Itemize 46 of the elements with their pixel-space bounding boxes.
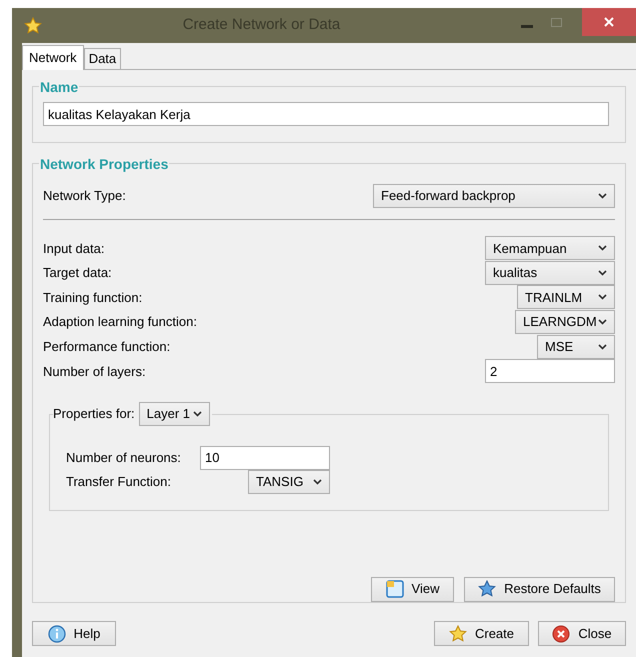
dropdown[interactable]: MSE — [537, 334, 615, 359]
chevron-icon — [598, 193, 607, 199]
field-label: Number of neurons: — [66, 448, 181, 467]
dropdown[interactable]: Layer 1 — [138, 402, 210, 426]
dialog-button[interactable]: View — [371, 576, 454, 602]
chevron-icon — [313, 478, 322, 485]
chevron-icon — [192, 410, 202, 417]
field-label: Target data: — [43, 264, 112, 282]
dropdown[interactable]: TANSIG — [248, 470, 330, 494]
dialog-button[interactable]: Close — [538, 621, 626, 646]
field-label: Adaption learning function: — [43, 313, 197, 332]
field-label: Properties for: — [53, 404, 135, 423]
star-icon — [478, 580, 496, 598]
close-icon — [604, 17, 614, 27]
tab[interactable]: Network — [22, 45, 84, 70]
window-icon — [386, 580, 404, 598]
chevron-icon — [598, 270, 607, 276]
star-icon — [448, 624, 467, 642]
tab[interactable]: Data — [84, 48, 122, 69]
dialog-button[interactable]: Create — [434, 621, 529, 646]
field-label: Input data: — [43, 240, 104, 258]
dropdown[interactable]: Feed-forward backprop — [373, 184, 615, 208]
minimize-button[interactable] — [521, 25, 533, 28]
field-label: Transfer Function: — [66, 472, 172, 491]
chevron-icon — [598, 245, 607, 252]
input-field[interactable]: kualitas Kelayakan Kerja — [43, 102, 609, 126]
input-field[interactable]: 2 — [485, 359, 615, 384]
dialog-button[interactable]: Restore Defaults — [464, 576, 615, 602]
star-icon — [24, 16, 42, 34]
field-label: Number of layers: — [43, 362, 146, 381]
field-label: Training function: — [43, 288, 142, 307]
chevron-icon — [598, 319, 607, 326]
chevron-icon — [598, 294, 607, 300]
dropdown[interactable]: LEARNGDM — [515, 310, 615, 334]
close-button[interactable] — [582, 8, 636, 36]
field-label: Network Type: — [43, 187, 126, 206]
dropdown[interactable]: TRAINLM — [517, 285, 615, 310]
dialog-button[interactable]: Help — [32, 621, 116, 646]
input-field[interactable]: 10 — [200, 446, 330, 470]
close-icon — [552, 624, 570, 642]
dropdown[interactable]: kualitas — [485, 260, 615, 285]
info-icon — [48, 624, 66, 642]
dropdown[interactable]: Kemampuan — [485, 236, 615, 260]
field-label: Performance function: — [43, 338, 170, 356]
chevron-icon — [598, 344, 607, 350]
maximize-button[interactable] — [551, 18, 562, 27]
